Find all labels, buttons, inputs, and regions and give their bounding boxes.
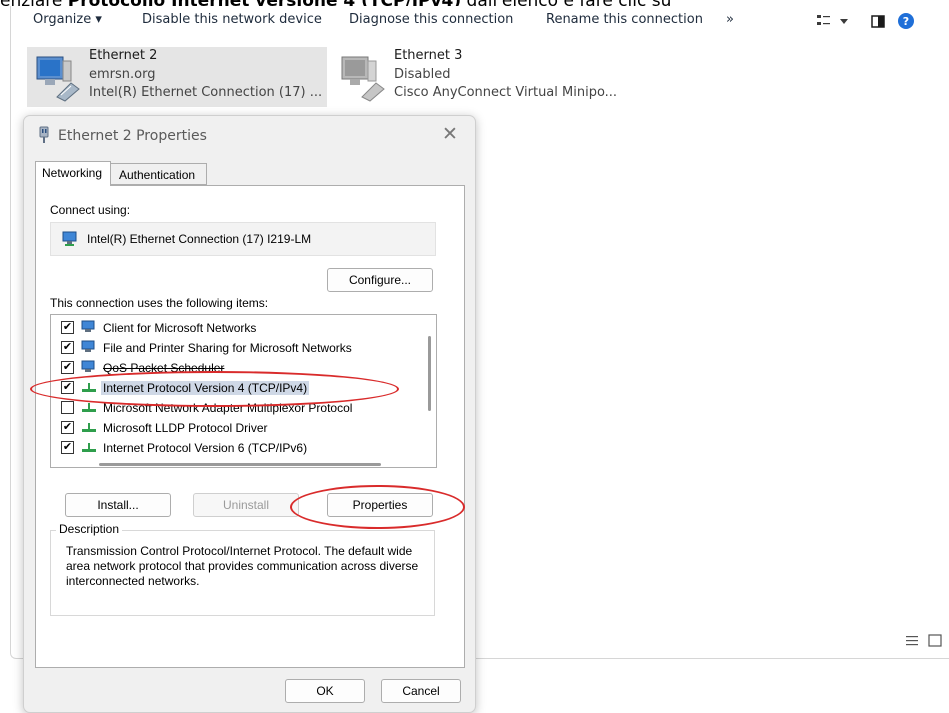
item-checkbox[interactable]: ✔ xyxy=(61,421,74,434)
rename-button[interactable]: Rename this connection xyxy=(546,12,703,27)
list-item[interactable]: ✔ Microsoft LLDP Protocol Driver xyxy=(51,418,403,438)
dialog-title: Ethernet 2 Properties xyxy=(58,128,207,144)
list-item[interactable]: ✔ Client for Microsoft Networks xyxy=(51,318,403,338)
install-button[interactable]: Install... xyxy=(65,493,171,517)
tab-networking[interactable]: Networking xyxy=(35,161,111,186)
item-checkbox[interactable]: ✔ xyxy=(61,441,74,454)
connection-status: emrsn.org xyxy=(89,67,156,82)
tab-authentication[interactable]: Authentication xyxy=(111,163,207,185)
close-icon[interactable]: ✕ xyxy=(442,123,458,145)
item-checkbox[interactable] xyxy=(61,401,74,414)
chevron-down-icon[interactable] xyxy=(840,19,848,24)
item-label: Client for Microsoft Networks xyxy=(103,321,257,335)
list-item[interactable]: ✔ Internet Protocol Version 6 (TCP/IPv6) xyxy=(51,438,403,458)
items-label: This connection uses the following items… xyxy=(50,296,269,310)
ethernet-properties-dialog: Ethernet 2 Properties ✕ Networking Authe… xyxy=(23,115,476,713)
item-checkbox[interactable]: ✔ xyxy=(61,341,74,354)
network-service-icon xyxy=(81,360,95,372)
large-icons-view-icon[interactable] xyxy=(928,634,942,647)
connection-status: Disabled xyxy=(394,67,451,82)
svg-text:?: ? xyxy=(903,15,909,28)
network-plug-icon xyxy=(39,126,49,143)
connection-name: Ethernet 3 xyxy=(394,48,463,63)
highlight-oval-properties xyxy=(290,485,465,529)
organize-menu[interactable]: Organize ▾ xyxy=(33,12,102,27)
network-client-icon xyxy=(81,320,95,332)
item-label: File and Printer Sharing for Microsoft N… xyxy=(103,341,352,355)
connect-using-label: Connect using: xyxy=(50,203,131,217)
protocol-icon xyxy=(82,443,96,452)
cancel-button[interactable]: Cancel xyxy=(381,679,461,703)
horizontal-scrollbar[interactable] xyxy=(99,463,381,466)
configure-button[interactable]: Configure... xyxy=(327,268,433,292)
preview-pane-icon[interactable] xyxy=(871,15,885,28)
view-options-icon[interactable] xyxy=(817,15,831,27)
more-commands-button[interactable]: » xyxy=(726,12,734,27)
network-adapter-disabled-icon xyxy=(341,56,385,102)
vertical-scrollbar[interactable] xyxy=(428,336,431,411)
adapter-icon xyxy=(62,231,77,246)
item-label: Microsoft LLDP Protocol Driver xyxy=(103,421,268,435)
details-view-icon[interactable] xyxy=(906,636,918,646)
networking-tab-page: Connect using: Intel(R) Ethernet Connect… xyxy=(35,185,465,668)
list-item[interactable]: ✔ File and Printer Sharing for Microsoft… xyxy=(51,338,403,358)
diagnose-button[interactable]: Diagnose this connection xyxy=(349,12,513,27)
description-text: Transmission Control Protocol/Internet P… xyxy=(66,544,419,588)
disable-device-button[interactable]: Disable this network device xyxy=(142,12,322,27)
command-bar: Organize ▾ Disable this network device D… xyxy=(11,10,949,32)
connection-device: Cisco AnyConnect Virtual Minipo... xyxy=(394,85,618,100)
network-service-icon xyxy=(81,340,95,352)
highlight-oval-ipv4 xyxy=(30,371,399,407)
uninstall-button[interactable]: Uninstall xyxy=(193,493,299,517)
network-adapter-icon xyxy=(36,56,80,102)
ok-button[interactable]: OK xyxy=(285,679,365,703)
description-label: Description xyxy=(56,522,123,536)
item-label: Internet Protocol Version 6 (TCP/IPv6) xyxy=(103,441,308,455)
help-icon[interactable]: ? xyxy=(898,13,914,29)
connection-device: Intel(R) Ethernet Connection (17) ... xyxy=(89,85,323,100)
connection-name: Ethernet 2 xyxy=(89,48,158,63)
adapter-field: Intel(R) Ethernet Connection (17) I219-L… xyxy=(50,222,436,256)
connection-item[interactable]: Ethernet 3 Disabled Cisco AnyConnect Vir… xyxy=(332,47,632,107)
connection-item[interactable]: Ethernet 2 emrsn.org Intel(R) Ethernet C… xyxy=(27,47,327,107)
adapter-name: Intel(R) Ethernet Connection (17) I219-L… xyxy=(87,232,312,246)
item-checkbox[interactable]: ✔ xyxy=(61,361,74,374)
protocol-icon xyxy=(82,423,96,432)
item-checkbox[interactable]: ✔ xyxy=(61,321,74,334)
